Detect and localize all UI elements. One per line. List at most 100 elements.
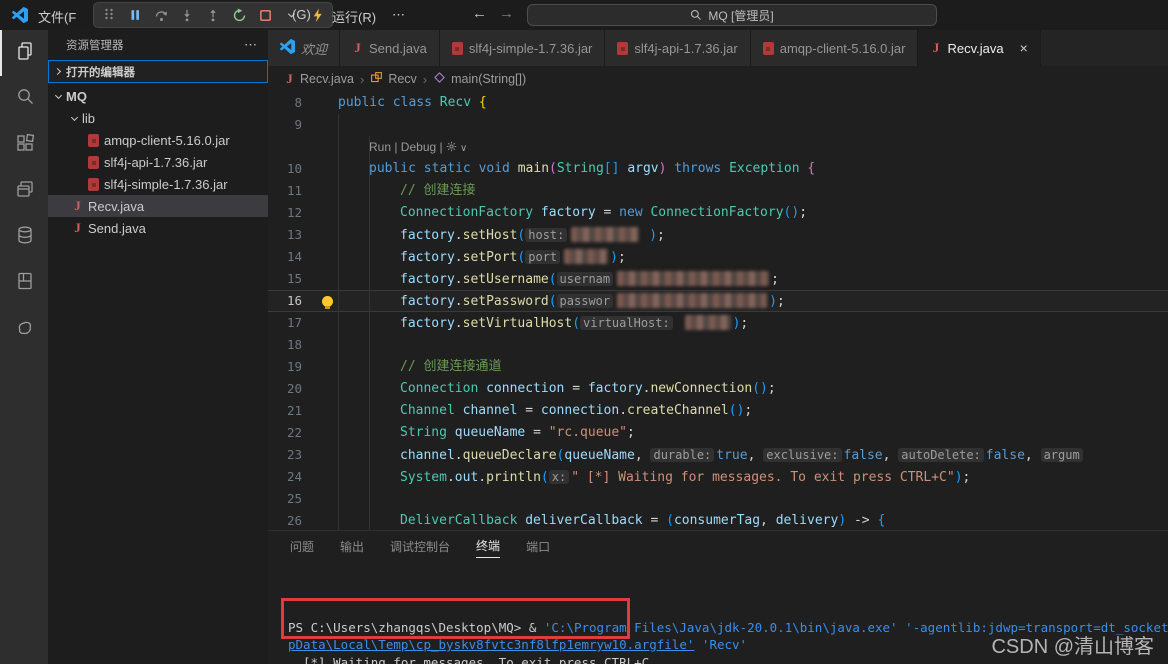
vscode-logo-icon [12, 7, 28, 23]
code-line: 19// 创建连接通道 [268, 356, 1168, 378]
code-text: Channel channel = connection.createChann… [338, 400, 1168, 422]
command-center-search[interactable]: MQ [管理员] [527, 4, 937, 26]
tab-send-java[interactable]: JSend.java [340, 30, 440, 66]
step-out-icon[interactable] [204, 5, 222, 25]
glyph-margin [316, 444, 338, 466]
step-over-icon[interactable] [152, 5, 170, 25]
tree-item-send-java[interactable]: JSend.java [48, 217, 268, 239]
chevron-down-icon [71, 113, 78, 120]
code-line: 20Connection connection = factory.newCon… [268, 378, 1168, 400]
glyph-margin [316, 378, 338, 400]
open-editors-section[interactable]: 打开的编辑器 [48, 60, 268, 83]
jar-file-icon [452, 42, 463, 55]
tree-item-label: slf4j-simple-1.7.36.jar [104, 177, 228, 192]
breadcrumb-item-class[interactable]: Recv [370, 71, 416, 87]
tab-label: Send.java [369, 41, 427, 56]
code-line: 8public class Recv { [268, 92, 1168, 114]
tree-item-slf4j-simple-1-7-36-jar[interactable]: slf4j-simple-1.7.36.jar [48, 173, 268, 195]
pause-icon[interactable] [126, 5, 144, 25]
activitybar-item-java-knot[interactable] [0, 306, 48, 352]
gripper-icon[interactable] [100, 5, 118, 25]
terminal-link[interactable]: pData\Local\Temp\cp_byskv8fvtc3nf8lfp1em… [288, 637, 694, 652]
jar-file-icon [88, 134, 99, 147]
chevron-down-icon[interactable]: ∨ [460, 143, 467, 154]
tree-item-slf4j-api-1-7-36-jar[interactable]: slf4j-api-1.7.36.jar [48, 151, 268, 173]
panel-tab-输出[interactable]: 输出 [340, 535, 364, 558]
tab-label: Recv.java [947, 41, 1003, 56]
panel-tab-bar: 问题 输出 调试控制台 终端 端口 [268, 531, 1168, 561]
code-text: Run | Debug | ∨ [338, 136, 1168, 158]
glyph-margin [316, 334, 338, 356]
menu-goto[interactable]: (G) [292, 7, 311, 22]
tree-item-amqp-client-5-16-0-jar[interactable]: amqp-client-5.16.0.jar [48, 129, 268, 151]
java-file-icon: J [72, 220, 83, 236]
open-editors-label: 打开的编辑器 [66, 64, 135, 80]
tab-slf4j-api-1-7-36-jar[interactable]: slf4j-api-1.7.36.jar [605, 30, 750, 66]
nav-forward-button[interactable]: → [499, 5, 514, 22]
panel-tab-问题[interactable]: 问题 [290, 535, 314, 558]
line-number: 22 [268, 422, 316, 444]
tab-recv-java[interactable]: JRecv.java× [918, 30, 1040, 66]
line-number: 17 [268, 312, 316, 334]
terminal-text: [*] Waiting for messages. To exit press … [303, 655, 649, 664]
line-number: 25 [268, 488, 316, 510]
close-icon[interactable]: × [1020, 40, 1028, 56]
stop-icon[interactable] [256, 5, 274, 25]
tree-item-label: slf4j-api-1.7.36.jar [104, 155, 207, 170]
redacted-blur [685, 315, 731, 330]
chevron-right-icon [54, 68, 61, 75]
extensions-icon [14, 132, 36, 159]
explorer-sidebar: 资源管理器 ⋯ 打开的编辑器 MQlibamqp-client-5.16.0.j… [48, 30, 268, 664]
lightbulb-icon[interactable] [322, 296, 333, 307]
tree-item-lib[interactable]: lib [48, 107, 268, 129]
panel-tab-调试控制台[interactable]: 调试控制台 [390, 535, 450, 558]
breadcrumb-label: Recv [388, 72, 416, 86]
breadcrumb-separator: › [360, 72, 364, 87]
activitybar-item-explorer[interactable] [0, 30, 48, 76]
breadcrumb-item-method[interactable]: main(String[]) [433, 71, 526, 87]
menu-run[interactable]: 运行(R) [332, 7, 376, 26]
codelens-run-debug[interactable]: Run | Debug | [369, 140, 446, 154]
jar-file-icon [88, 156, 99, 169]
glyph-margin [316, 312, 338, 334]
code-text [338, 114, 1168, 136]
code-line: 17factory.setVirtualHost(virtualHost: ); [268, 312, 1168, 334]
csdn-watermark: CSDN @清山博客 [991, 630, 1154, 659]
more-actions-icon[interactable]: ⋯ [244, 37, 258, 53]
activitybar-item-search[interactable] [0, 76, 48, 122]
activitybar-item-windows[interactable] [0, 168, 48, 214]
code-line: 18 [268, 334, 1168, 356]
code-text: // 创建连接 [338, 180, 1168, 202]
glyph-margin [316, 466, 338, 488]
tab-label: slf4j-api-1.7.36.jar [634, 41, 737, 56]
panel-tab-终端[interactable]: 终端 [476, 534, 500, 558]
tab-label: 欢迎 [301, 39, 327, 58]
tab-amqp-client-5-16-0-jar[interactable]: amqp-client-5.16.0.jar [751, 30, 919, 66]
breadcrumb-label: main(String[]) [451, 72, 526, 86]
code-area[interactable]: 8public class Recv {9Run | Debug | ∨10pu… [268, 92, 1168, 530]
code-text: DeliverCallback deliverCallback = (consu… [338, 510, 1168, 530]
code-line: 11// 创建连接 [268, 180, 1168, 202]
tab-slf4j-simple-1-7-36-jar[interactable]: slf4j-simple-1.7.36.jar [440, 30, 606, 66]
tree-item-recv-java[interactable]: JRecv.java [48, 195, 268, 217]
step-into-icon[interactable] [178, 5, 196, 25]
nav-back-button[interactable]: ← [472, 5, 487, 22]
panel-tab-端口[interactable]: 端口 [526, 535, 550, 558]
codelens-line: Run | Debug | ∨ [268, 136, 1168, 158]
restart-icon[interactable] [230, 5, 248, 25]
tab--[interactable]: 欢迎 [268, 30, 340, 66]
glyph-margin [316, 488, 338, 510]
search-icon [690, 9, 702, 21]
glyph-margin [316, 136, 338, 158]
line-number: 19 [268, 356, 316, 378]
activitybar-item-notebook[interactable] [0, 260, 48, 306]
activitybar-item-extensions[interactable] [0, 122, 48, 168]
menu-more[interactable]: ⋯ [392, 7, 407, 23]
breadcrumb-item-java[interactable]: JRecv.java [284, 71, 354, 87]
tree-item-mq[interactable]: MQ [48, 85, 268, 107]
glyph-margin [316, 180, 338, 202]
terminal-text: 'Recv' [694, 637, 747, 652]
activitybar-item-database[interactable] [0, 214, 48, 260]
menu-file[interactable]: 文件(F [38, 7, 76, 26]
title-bar: 文件(F (G) 运行(R) ⋯ ← → MQ [管理员] [0, 0, 1168, 30]
